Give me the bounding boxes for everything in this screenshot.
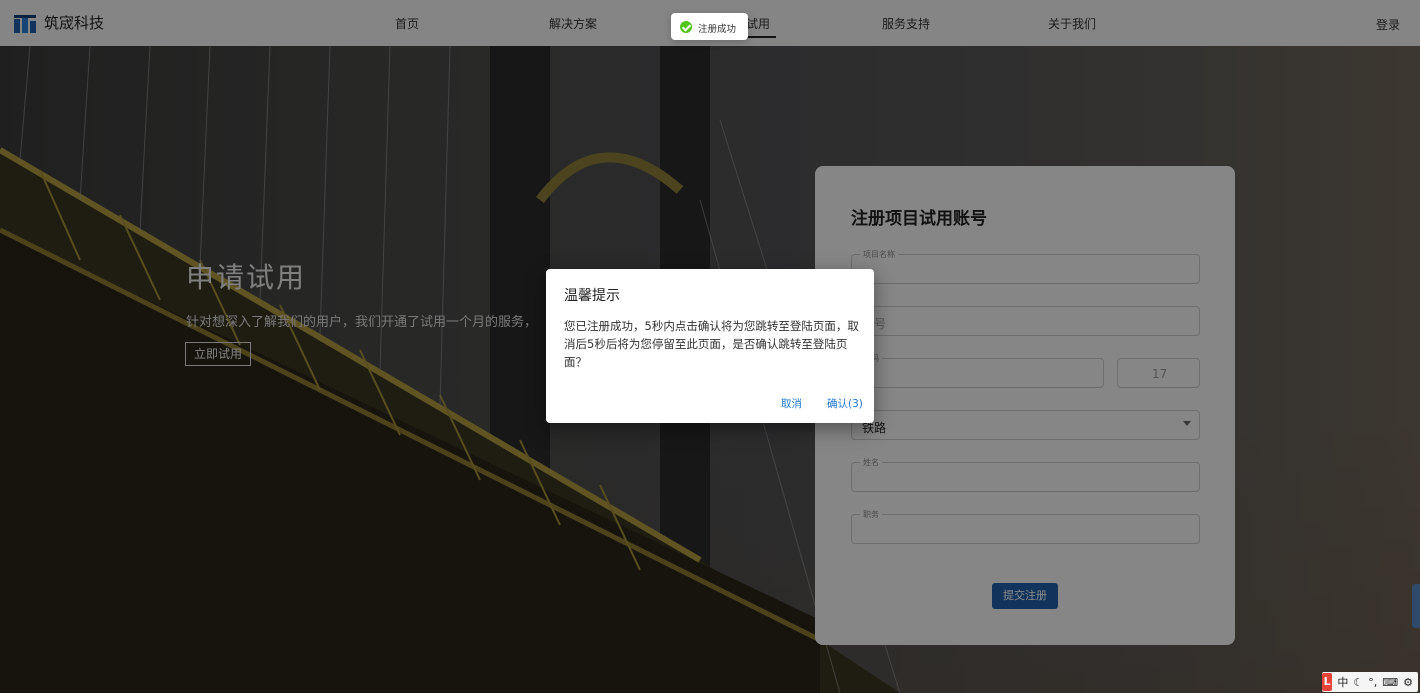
- ime-lang-toggle[interactable]: 中: [1337, 674, 1348, 690]
- success-toast: 注册成功: [671, 13, 748, 40]
- gear-icon[interactable]: ⚙: [1403, 676, 1413, 689]
- confirm-button[interactable]: 确认(3): [827, 396, 863, 411]
- side-widget-tab[interactable]: [1412, 584, 1420, 628]
- ime-logo[interactable]: L: [1322, 673, 1333, 691]
- dialog-message: 您已注册成功，5秒内点击确认将为您跳转至登陆页面，取消后5秒后将为您停留至此页面…: [564, 319, 859, 369]
- toast-message: 注册成功: [698, 24, 737, 35]
- check-circle-icon: [680, 21, 692, 33]
- ime-toolbar: L 中 ☾ °, ⌨ ⚙: [1322, 672, 1418, 692]
- punct-icon[interactable]: °,: [1368, 676, 1377, 689]
- cancel-button[interactable]: 取消: [781, 396, 802, 411]
- dialog-title: 温馨提示: [564, 288, 620, 304]
- moon-icon[interactable]: ☾: [1353, 676, 1363, 689]
- keyboard-icon[interactable]: ⌨: [1382, 676, 1398, 689]
- notice-dialog: 温馨提示 您已注册成功，5秒内点击确认将为您跳转至登陆页面，取消后5秒后将为您停…: [546, 269, 874, 423]
